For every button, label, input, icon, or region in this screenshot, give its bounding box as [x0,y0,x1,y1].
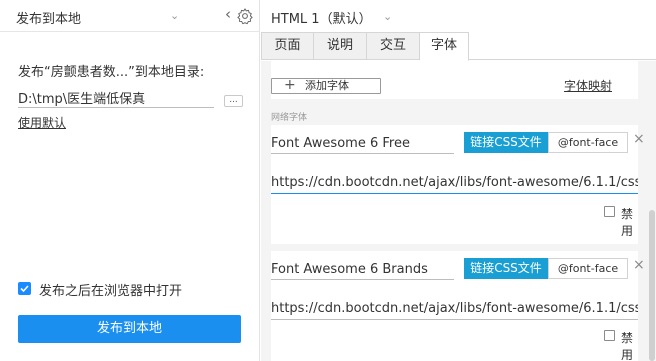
check-icon [20,285,29,293]
vertical-scrollbar[interactable] [649,210,655,361]
font-name-input[interactable] [271,260,454,280]
add-font-label: 添加字体 [305,79,349,92]
open-in-browser-checkbox[interactable] [18,282,31,295]
font-actions-row: + 添加字体 字体映射 [271,61,638,99]
add-font-button[interactable]: + 添加字体 [271,78,381,94]
chevron-down-icon[interactable]: ⌄ [170,9,179,22]
web-font-card: 链接CSS文件 @font-face × 禁用 [271,251,645,361]
tab-interaction[interactable]: 交互 [367,32,420,60]
close-icon[interactable]: × [633,257,645,273]
font-css-url-input[interactable] [271,298,638,320]
publish-destination-label: 发布“房颤患者数...”到本地目录: [18,65,205,80]
font-face-option[interactable]: @font-face [548,258,628,279]
publish-panel-header: 发布到本地 ⌄ ‹ [0,0,260,32]
publish-path-input[interactable] [18,88,214,108]
link-css-option[interactable]: 链接CSS文件 [464,258,548,279]
web-fonts-section-label: 网络字体 [271,113,308,123]
publish-button[interactable]: 发布到本地 [18,315,241,343]
publish-panel: 发布到本地 ⌄ ‹ 发布“房颤患者数...”到本地目录: ... 使用默认 发布… [0,0,260,361]
collapse-left-icon[interactable]: ‹ [225,5,231,23]
disable-font-checkbox[interactable] [604,206,615,217]
close-icon[interactable]: × [633,131,645,147]
font-face-option[interactable]: @font-face [548,132,628,153]
disable-font-label: 禁用 [621,331,634,361]
font-mapping-link[interactable]: 字体映射 [564,77,612,94]
disable-font-label: 禁用 [621,207,634,238]
web-font-card: 链接CSS文件 @font-face × 禁用 [271,125,645,244]
link-css-option[interactable]: 链接CSS文件 [464,132,548,153]
open-in-browser-label: 发布之后在浏览器中打开 [39,284,183,299]
browse-folder-button[interactable]: ... [224,95,243,107]
fonts-tab-content: + 添加字体 字体映射 网络字体 链接CSS文件 @font-face × 禁用… [261,61,656,361]
font-css-url-input[interactable] [271,172,638,194]
use-default-link[interactable]: 使用默认 [18,114,66,131]
tab-notes[interactable]: 说明 [314,32,367,60]
html-settings-panel: HTML 1（默认） ⌄ 页面 说明 交互 字体 + 添加字体 字体映射 网络字… [261,0,656,361]
settings-tabs: 页面 说明 交互 字体 [261,32,656,61]
tab-page[interactable]: 页面 [261,32,314,60]
tab-fonts[interactable]: 字体 [420,32,469,61]
chevron-down-icon[interactable]: ⌄ [383,10,392,23]
gear-icon[interactable] [236,7,254,25]
publish-panel-title[interactable]: 发布到本地 [16,8,81,27]
plus-icon: + [284,77,296,93]
disable-font-checkbox[interactable] [604,330,615,341]
font-name-input[interactable] [271,134,454,154]
html-config-title[interactable]: HTML 1（默认） [271,8,372,27]
